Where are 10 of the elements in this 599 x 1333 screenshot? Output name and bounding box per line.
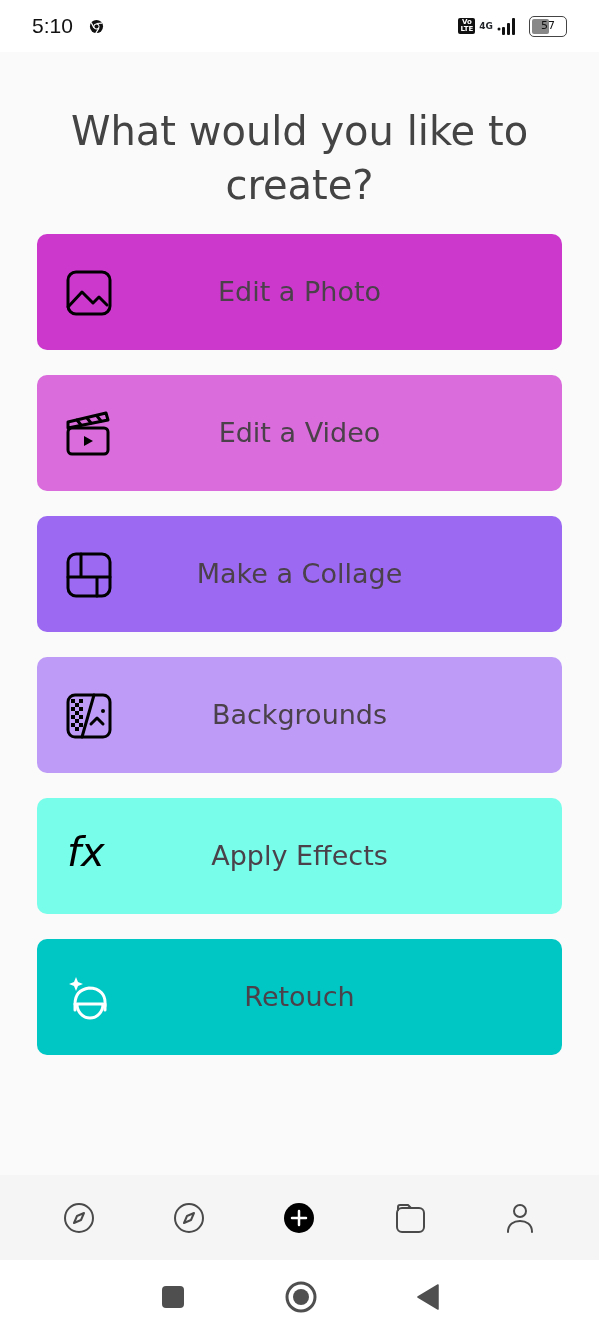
create-option-button[interactable]: Backgrounds xyxy=(37,657,562,773)
create-option-button[interactable]: Edit a Video xyxy=(37,375,562,491)
create-option-button[interactable]: Make a Collage xyxy=(37,516,562,632)
network-type: 4G xyxy=(479,21,493,31)
page-heading: What would you like to create? xyxy=(69,107,530,210)
clock-time: 5:10 xyxy=(32,13,73,40)
create-option-button[interactable]: Retouch xyxy=(37,939,562,1055)
create-option-button[interactable]: Edit a Photo xyxy=(37,234,562,350)
fx-icon: fx xyxy=(67,828,105,876)
create-option-button[interactable]: fx Apply Effects xyxy=(37,798,562,914)
